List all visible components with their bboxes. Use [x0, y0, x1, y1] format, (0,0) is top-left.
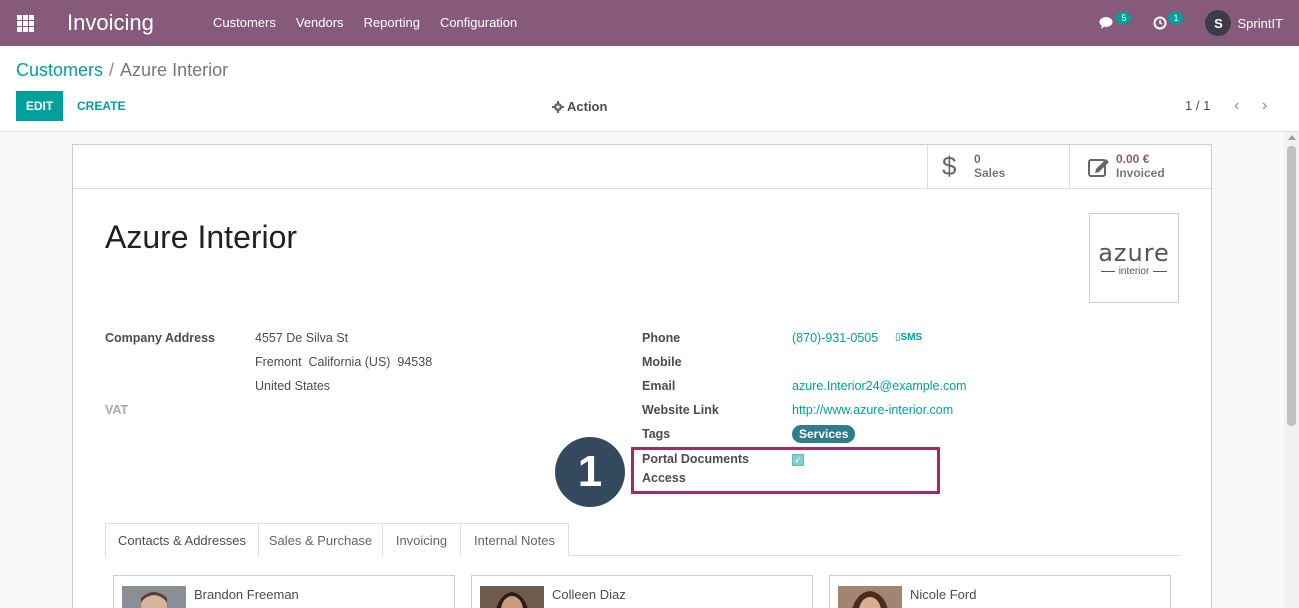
pager-value[interactable]: 1 / 1	[1185, 98, 1210, 113]
chat-icon	[1099, 17, 1113, 29]
phone-link[interactable]: (870)-931-0505	[792, 331, 878, 345]
vat-label: VAT	[105, 403, 129, 417]
activities-button[interactable]: 1	[1153, 12, 1184, 30]
clock-icon	[1153, 16, 1167, 30]
tab-sales-purchase[interactable]: Sales & Purchase	[258, 523, 383, 556]
highlight-box	[631, 447, 940, 494]
tags-label: Tags	[642, 427, 671, 441]
apps-menu-icon[interactable]	[17, 15, 34, 32]
contact-photo	[480, 586, 544, 608]
scrollbar[interactable]	[1284, 132, 1299, 608]
dollar-icon: $	[942, 151, 957, 181]
action-menu-button[interactable]: Action	[552, 99, 607, 114]
gear-icon	[552, 100, 564, 113]
avatar: S	[1205, 10, 1232, 36]
address-country: United States	[255, 379, 331, 393]
sales-label: Sales	[974, 166, 1006, 180]
notebook-tabs: Contacts & Addresses Sales & Purchase In…	[105, 523, 1179, 557]
invoiced-label: Invoiced	[1116, 166, 1165, 180]
record-title[interactable]: Azure Interior	[105, 219, 297, 256]
activities-badge: 1	[1168, 12, 1184, 24]
menu-item-reporting[interactable]: Reporting	[364, 15, 420, 30]
messages-button[interactable]: 5	[1099, 12, 1132, 30]
app-title[interactable]: Invoicing	[67, 10, 154, 36]
contact-photo	[122, 586, 186, 608]
menu-item-vendors[interactable]: Vendors	[296, 15, 344, 30]
smart-button-box: $ 0 Sales 0.00 € Invoiced	[73, 145, 1211, 189]
user-menu[interactable]: S SprintIT	[1205, 10, 1283, 36]
edit-button[interactable]: EDIT	[16, 91, 63, 121]
pager-next-icon[interactable]: ›	[1262, 97, 1267, 115]
sms-button[interactable]: ▯SMS	[895, 332, 922, 343]
sales-value: 0	[974, 152, 981, 166]
tab-internal-notes[interactable]: Internal Notes	[460, 523, 569, 556]
pager-previous-icon[interactable]: ‹	[1234, 97, 1239, 115]
contact-card[interactable]: Nicole Ford	[829, 575, 1171, 608]
contact-photo	[838, 586, 902, 608]
step-marker: 1	[555, 437, 625, 507]
breadcrumb-separator: /	[109, 60, 115, 80]
messages-badge: 5	[1116, 12, 1132, 24]
email-label: Email	[642, 379, 676, 393]
mobile-label: Mobile	[642, 355, 682, 369]
breadcrumb: Customers / Azure Interior	[16, 60, 228, 81]
tab-contacts-addresses[interactable]: Contacts & Addresses	[105, 523, 259, 557]
top-navbar: Invoicing Customers Vendors Reporting Co…	[0, 0, 1299, 46]
invoiced-smart-button[interactable]: 0.00 € Invoiced	[1069, 145, 1211, 188]
sales-smart-button[interactable]: $ 0 Sales	[927, 145, 1069, 188]
systray: 5 1 S SprintIT	[1077, 9, 1283, 37]
tab-invoicing[interactable]: Invoicing	[382, 523, 461, 556]
phone-label: Phone	[642, 331, 681, 345]
action-label: Action	[567, 99, 608, 114]
address-street: 4557 De Silva St	[255, 331, 349, 345]
contact-name: Colleen Diaz	[552, 587, 626, 602]
breadcrumb-parent[interactable]: Customers	[16, 60, 103, 80]
invoiced-value: 0.00 €	[1116, 152, 1150, 166]
contact-name: Brandon Freeman	[194, 587, 299, 602]
logo-sub-text: interior	[1097, 266, 1172, 277]
tag-badge[interactable]: Services	[792, 425, 856, 443]
address-city-state-zip: Fremont California (US) 94538	[255, 355, 433, 369]
contact-card[interactable]: Colleen Diaz	[471, 575, 813, 608]
contact-name: Nicole Ford	[910, 587, 977, 602]
scroll-up-icon[interactable]	[1288, 135, 1296, 140]
breadcrumb-current: Azure Interior	[120, 60, 229, 80]
logo-main-text: azure	[1098, 238, 1170, 267]
create-button[interactable]: CREATE	[77, 99, 125, 113]
website-label: Website Link	[642, 403, 719, 417]
contact-card[interactable]: Brandon Freeman	[113, 575, 455, 608]
menu-item-customers[interactable]: Customers	[213, 15, 276, 30]
scrollbar-thumb[interactable]	[1287, 146, 1296, 426]
form-sheet: $ 0 Sales 0.00 € Invoiced Azure Interior…	[72, 144, 1212, 608]
username: SprintIT	[1237, 15, 1283, 31]
website-link[interactable]: http://www.azure-interior.com	[792, 403, 953, 417]
main-menu: Customers Vendors Reporting Configuratio…	[213, 15, 537, 30]
email-link[interactable]: azure.Interior24@example.com	[792, 379, 967, 393]
menu-item-configuration[interactable]: Configuration	[440, 15, 517, 30]
company-logo[interactable]: azure interior	[1089, 213, 1179, 303]
company-address-label: Company Address	[105, 331, 215, 345]
edit-document-icon	[1088, 158, 1109, 177]
